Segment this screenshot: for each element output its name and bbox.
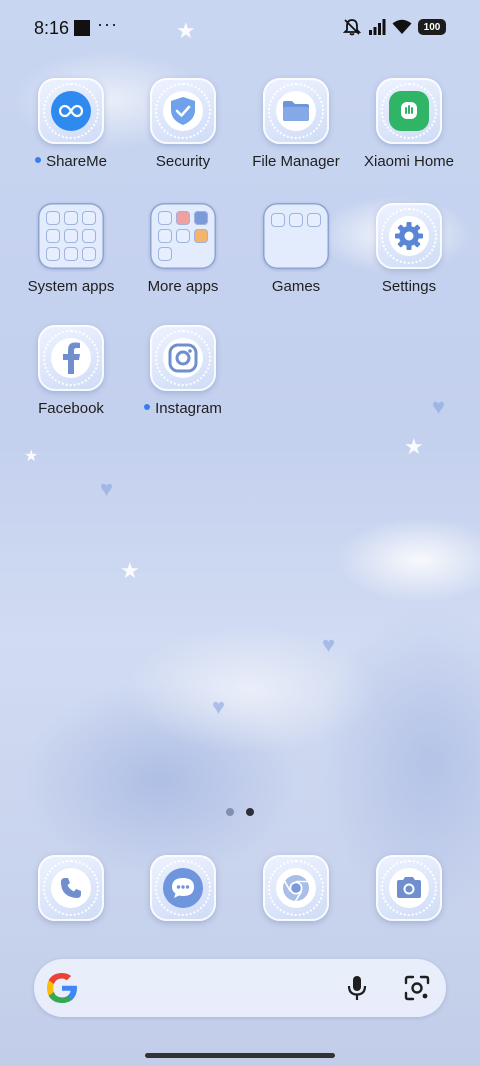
app-facebook[interactable]: Facebook	[15, 325, 127, 417]
dock-messages[interactable]	[127, 855, 239, 921]
app-label: Settings	[381, 278, 437, 295]
instagram-icon	[163, 338, 203, 378]
folder-more-apps[interactable]: More apps	[127, 203, 239, 295]
signal-icon	[369, 19, 386, 35]
folder-label: Games	[271, 278, 321, 295]
clock-time: 8:16	[34, 18, 70, 38]
app-label: ShareMe	[46, 153, 107, 170]
page-dot-1[interactable]	[226, 808, 234, 816]
xiaomi-home-icon	[389, 91, 429, 131]
folder-grid-icon	[263, 203, 329, 269]
security-shield-icon	[163, 91, 203, 131]
app-settings[interactable]: Settings	[353, 203, 465, 295]
folder-games[interactable]: Games	[240, 203, 352, 295]
star-decoration: ★	[404, 434, 424, 459]
dock-camera[interactable]	[353, 855, 465, 921]
new-install-dot	[144, 404, 151, 411]
shareme-icon	[51, 91, 91, 131]
app-icon-frame	[376, 78, 442, 144]
app-label: Instagram	[155, 400, 222, 417]
more-notifications-icon: ···	[97, 14, 118, 34]
app-label: File Manager	[252, 153, 340, 170]
app-icon-frame	[376, 203, 442, 269]
status-bar: 8:16 ··· 100	[0, 0, 480, 56]
app-icon-frame	[150, 855, 216, 921]
new-install-dot	[35, 157, 42, 164]
app-icon-frame	[376, 855, 442, 921]
app-icon-frame	[150, 325, 216, 391]
chrome-icon	[276, 868, 316, 908]
folder-system-apps[interactable]: System apps	[15, 203, 127, 295]
google-search-bar[interactable]	[34, 959, 446, 1017]
dock	[0, 855, 480, 927]
app-label: Xiaomi Home	[363, 153, 455, 170]
heart-decoration: ♥	[100, 476, 114, 501]
page-indicator	[0, 808, 480, 816]
heart-decoration: ♥	[322, 632, 336, 657]
heart-decoration: ♥	[432, 394, 446, 419]
camera-icon	[389, 868, 429, 908]
folder-grid-icon	[150, 203, 216, 269]
folder-label: System apps	[27, 278, 115, 295]
facebook-icon	[51, 338, 91, 378]
gesture-navigation-handle[interactable]	[145, 1053, 335, 1058]
folder-icon	[276, 91, 316, 131]
app-icon-frame	[150, 78, 216, 144]
phone-icon	[51, 868, 91, 908]
app-security[interactable]: Security	[127, 78, 239, 170]
app-icon-frame	[263, 78, 329, 144]
dock-chrome[interactable]	[240, 855, 352, 921]
page-dot-2-active[interactable]	[246, 808, 254, 816]
status-icons: 100	[342, 18, 446, 36]
app-shareme[interactable]: ShareMe	[15, 78, 127, 170]
gear-icon	[389, 216, 429, 256]
star-decoration: ★	[120, 558, 140, 583]
app-label: Facebook	[38, 400, 104, 417]
google-g-icon	[47, 973, 77, 1003]
folder-label: More apps	[147, 278, 219, 295]
microphone-icon[interactable]	[346, 975, 368, 1001]
star-decoration: ★	[24, 448, 39, 465]
battery-icon: 100	[418, 19, 446, 35]
folder-grid-icon	[38, 203, 104, 269]
mute-icon	[342, 19, 362, 36]
messages-icon	[163, 868, 203, 908]
app-file-manager[interactable]: File Manager	[240, 78, 352, 170]
app-instagram[interactable]: Instagram	[127, 325, 239, 417]
app-icon-frame	[263, 855, 329, 921]
app-icon-frame	[38, 325, 104, 391]
notification-square-icon	[74, 20, 90, 36]
app-icon-frame	[38, 855, 104, 921]
wifi-icon	[392, 19, 412, 34]
heart-decoration: ♥	[212, 694, 226, 719]
app-label: Security	[155, 153, 211, 170]
dock-phone[interactable]	[15, 855, 127, 921]
app-xiaomi-home[interactable]: Xiaomi Home	[353, 78, 465, 170]
app-icon-frame	[38, 78, 104, 144]
google-lens-icon[interactable]	[404, 975, 430, 1001]
